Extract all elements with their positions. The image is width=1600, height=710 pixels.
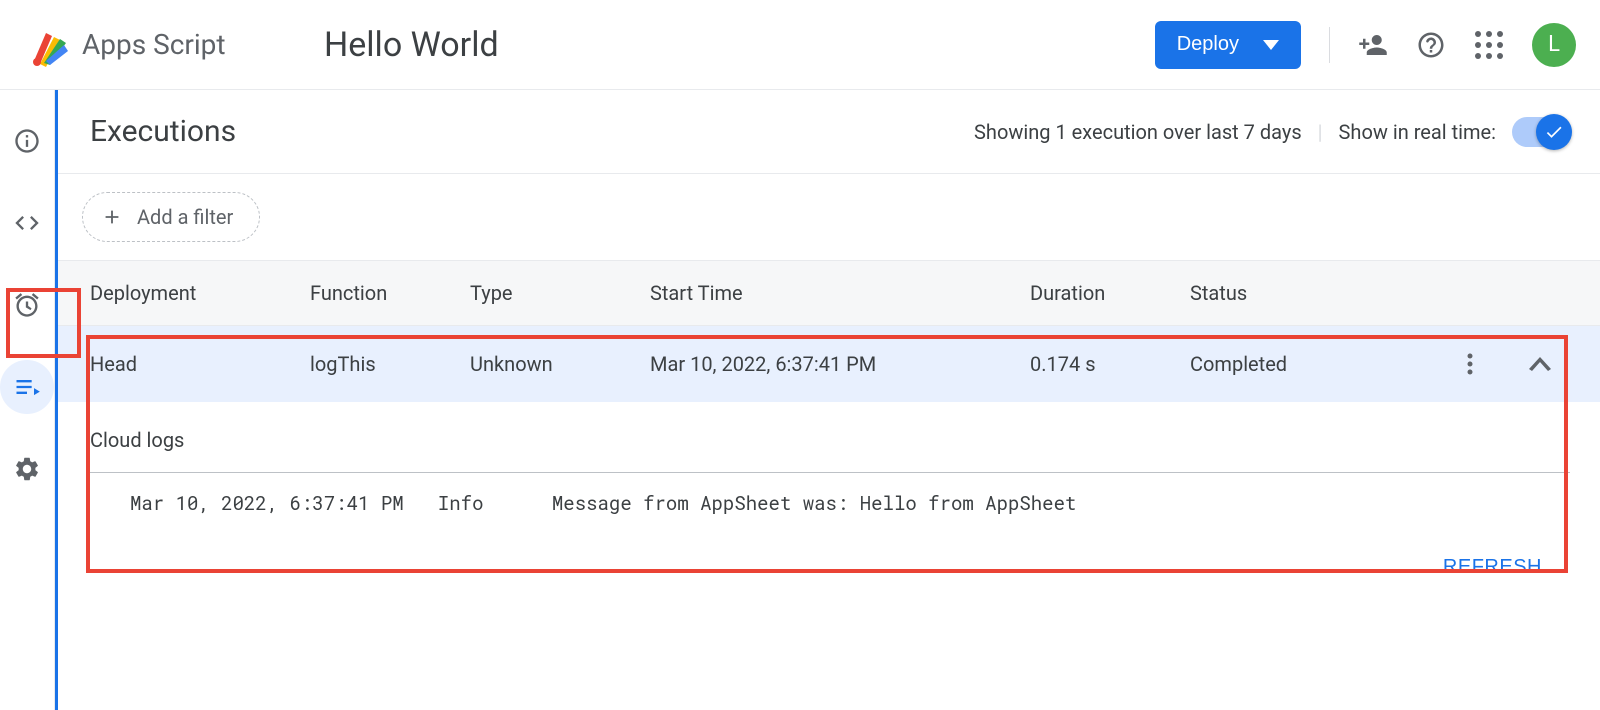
- cell-start-time: Mar 10, 2022, 6:37:41 PM: [650, 352, 1030, 376]
- product-name: Apps Script: [82, 28, 226, 61]
- nav-editor[interactable]: [0, 196, 54, 250]
- execution-summary: Showing 1 execution over last 7 days: [974, 120, 1302, 144]
- toggle-knob-check-icon: [1536, 114, 1572, 150]
- add-filter-chip[interactable]: Add a filter: [82, 192, 260, 242]
- col-duration[interactable]: Duration: [1030, 281, 1190, 305]
- cloud-logs-title: Cloud logs: [90, 428, 1570, 452]
- row-more-menu[interactable]: [1430, 352, 1510, 376]
- refresh-button[interactable]: REFRESH: [1443, 556, 1542, 579]
- deploy-button[interactable]: Deploy: [1155, 21, 1301, 69]
- col-type[interactable]: Type: [470, 281, 650, 305]
- main-content: Executions Showing 1 execution over last…: [55, 90, 1600, 710]
- share-add-person-icon[interactable]: [1358, 30, 1388, 60]
- left-nav: [0, 90, 55, 710]
- nav-triggers[interactable]: [0, 278, 54, 332]
- title-bar: Executions Showing 1 execution over last…: [58, 90, 1600, 174]
- nav-executions[interactable]: [0, 360, 54, 414]
- row-collapse[interactable]: [1510, 357, 1570, 371]
- cloud-logs-panel: Cloud logs Mar 10, 2022, 6:37:41 PM Info…: [58, 402, 1600, 526]
- avatar-initial: L: [1548, 32, 1560, 57]
- add-filter-label: Add a filter: [137, 205, 233, 229]
- logo-area: Apps Script: [24, 21, 304, 69]
- log-entry: Mar 10, 2022, 6:37:41 PM Info Message fr…: [90, 491, 1570, 516]
- col-deployment[interactable]: Deployment: [90, 281, 310, 305]
- cell-function: logThis: [310, 352, 470, 376]
- plus-icon: [101, 206, 123, 228]
- col-function[interactable]: Function: [310, 281, 470, 305]
- google-apps-icon[interactable]: [1474, 30, 1504, 60]
- nav-overview[interactable]: [0, 114, 54, 168]
- cell-type: Unknown: [470, 352, 650, 376]
- col-status[interactable]: Status: [1190, 281, 1430, 305]
- cell-status: Completed: [1190, 352, 1430, 376]
- caret-down-icon: [1263, 40, 1279, 50]
- project-title[interactable]: Hello World: [324, 25, 499, 65]
- page-title: Executions: [90, 114, 236, 149]
- realtime-label: Show in real time:: [1339, 120, 1496, 144]
- more-vert-icon: [1467, 352, 1473, 376]
- help-icon[interactable]: [1416, 30, 1446, 60]
- col-start-time[interactable]: Start Time: [650, 281, 1030, 305]
- header-divider: [1329, 27, 1330, 63]
- filter-bar: Add a filter: [58, 174, 1600, 260]
- divider: |: [1318, 120, 1323, 144]
- footer-actions: REFRESH: [58, 526, 1600, 609]
- deploy-label: Deploy: [1177, 33, 1239, 56]
- chevron-up-icon: [1529, 357, 1551, 371]
- apps-script-logo-icon: [24, 21, 72, 69]
- table-row[interactable]: Head logThis Unknown Mar 10, 2022, 6:37:…: [58, 326, 1600, 402]
- cell-duration: 0.174 s: [1030, 352, 1190, 376]
- nav-settings[interactable]: [0, 442, 54, 496]
- cell-deployment: Head: [90, 352, 310, 376]
- table-header: Deployment Function Type Start Time Dura…: [58, 260, 1600, 326]
- app-header: Apps Script Hello World Deploy L: [0, 0, 1600, 90]
- logs-divider: [90, 472, 1570, 473]
- realtime-toggle[interactable]: [1512, 117, 1570, 147]
- account-avatar[interactable]: L: [1532, 23, 1576, 67]
